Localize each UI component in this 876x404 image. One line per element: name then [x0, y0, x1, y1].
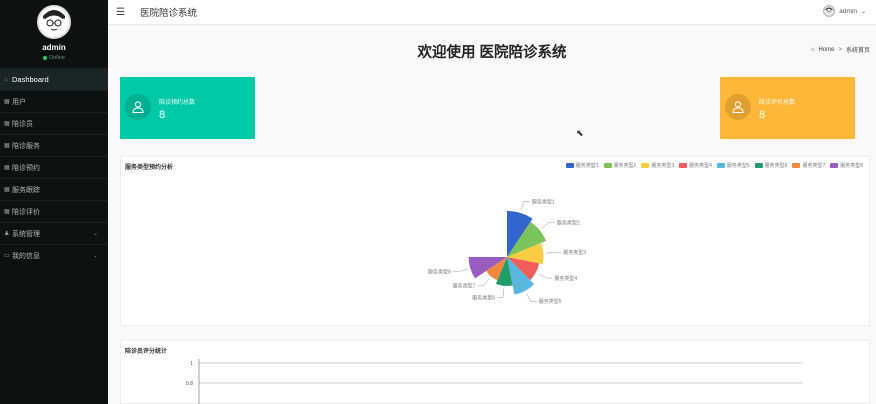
card-label: 陪诊预约总数 [159, 100, 196, 106]
mouse-cursor-icon: ⬉ [576, 128, 584, 138]
grid-icon: ▦ [4, 187, 10, 193]
card-label: 陪诊评价总数 [759, 100, 796, 106]
slice-label: 服务类型6 [472, 295, 495, 302]
stat-card-appointments[interactable]: 陪诊预约总数 8 [120, 77, 255, 139]
user-panel: admin Online [0, 0, 108, 68]
avatar[interactable] [37, 5, 71, 39]
grid-icon: ▦ [4, 121, 10, 127]
y-tick-label: 0.8 [186, 381, 193, 387]
breadcrumb-current: 系统首页 [845, 48, 870, 54]
sidebar-item-label: 我的信息 [12, 252, 40, 260]
sidebar-item[interactable]: ▦ 服务跟踪 [0, 178, 108, 200]
breadcrumb-home[interactable]: Home [818, 47, 834, 53]
card-value: 8 [159, 109, 166, 121]
grid-icon: ▦ [4, 209, 10, 215]
slice-label: 服务类型7 [453, 282, 476, 289]
service-type-chart-panel: 服务类型预约分析 服务类型1 服务类型2 服务类型3 服务类型4 服务类型5 服务类型6 服… [120, 156, 870, 326]
slice-label: 服务类型5 [539, 298, 562, 305]
grid-icon: ▦ [4, 99, 10, 105]
sidebar-item[interactable]: ▦ 陪诊预约 [0, 156, 108, 178]
sidebar-item-label: 系统管理 [12, 230, 40, 238]
sidebar-item[interactable]: ⌂ Dashboard [0, 68, 108, 90]
chevron-down-icon: ⌄ [92, 253, 98, 259]
sidebar-menu: ⌂ Dashboard ▦ 用户 ▦ 陪诊员 ▦ 陪诊服务 ▦ 陪诊预约 ▦ 服务跟踪 ▦ 陪诊评价 ♟ 系统… [0, 68, 108, 266]
sidebar-item-label: 陪诊员 [12, 120, 33, 128]
breadcrumb-separator: > [838, 46, 842, 53]
main-content: 欢迎使用 医院陪诊系统 ⌂ Home > 系统首页 陪诊预约总数 8 陪诊评价总… [108, 25, 876, 404]
sidebar-item-label: 陪诊预约 [12, 164, 40, 172]
user-icon [125, 94, 151, 120]
home-icon: ⌂ [4, 76, 8, 83]
top-avatar [823, 5, 836, 17]
slice-label-line [546, 251, 562, 254]
document-icon: ▭ [4, 253, 10, 259]
sidebar-item-label: 陪诊评价 [12, 208, 40, 216]
chevron-down-icon: ⌄ [860, 8, 866, 15]
slice-label: 服务类型3 [563, 249, 586, 256]
slice-label-line [452, 268, 468, 272]
page-title: 欢迎使用 医院陪诊系统 [417, 45, 567, 61]
user-icon: ♟ [4, 231, 10, 237]
online-label: Online [49, 55, 65, 61]
sidebar-item[interactable]: ▭ 我的信息 ⌄ [0, 244, 108, 266]
slice-label-line [520, 201, 530, 211]
sidebar-user-name: admin [42, 43, 66, 52]
menu-toggle-icon[interactable]: ☰ [116, 7, 130, 18]
system-title: 医院陪诊系统 [140, 8, 198, 19]
slice-label: 服务类型4 [554, 275, 577, 282]
top-user-name: admin [839, 7, 857, 15]
chevron-down-icon: ⌄ [92, 231, 98, 237]
slice-label: 服务类型8 [428, 268, 451, 275]
sidebar-item[interactable]: ▦ 用户 [0, 90, 108, 112]
stat-card-reviews[interactable]: 陪诊评价总数 8 [720, 77, 855, 139]
slice-label-line [538, 273, 553, 279]
breadcrumb: ⌂ Home > 系统首页 [810, 45, 870, 55]
slice-label-line [541, 222, 555, 229]
slice-label-line [526, 293, 537, 302]
card-value: 8 [759, 109, 766, 121]
topbar: ☰ 医院陪诊系统 admin ⌄ [108, 0, 876, 25]
sidebar-item-label: 服务跟踪 [12, 186, 40, 194]
sidebar-item-label: 陪诊服务 [12, 142, 40, 150]
grid-icon: ▦ [4, 143, 10, 149]
sidebar-item-label: 用户 [12, 98, 26, 106]
slice-label: 服务类型2 [557, 219, 580, 226]
slice-label-line [477, 278, 490, 286]
online-status: Online [43, 55, 65, 61]
slice-label-line [496, 288, 505, 298]
sidebar-item-label: Dashboard [12, 75, 49, 84]
grid-icon: ▦ [4, 165, 10, 171]
line-chart: 10.8 [186, 359, 803, 404]
user-dropdown[interactable]: admin ⌄ [823, 5, 866, 17]
sidebar: admin Online ⌂ Dashboard ▦ 用户 ▦ 陪诊员 ▦ 陪诊服务 ▦ 陪诊预约… [0, 0, 108, 404]
home-icon: ⌂ [810, 46, 815, 53]
online-dot-icon [43, 56, 48, 60]
user-icon [725, 94, 751, 120]
sidebar-item[interactable]: ♟ 系统管理 ⌄ [0, 222, 108, 244]
slice-label: 服务类型1 [532, 198, 555, 205]
sidebar-item[interactable]: ▦ 陪诊服务 [0, 134, 108, 156]
pie-chart: 服务类型1 服务类型2 服务类型3 服务类型4 服务类型5 服务类型6 服务类型7服务类型8 [428, 198, 586, 305]
y-tick-label: 1 [190, 361, 193, 367]
sidebar-item[interactable]: ▦ 陪诊评价 [0, 200, 108, 222]
rating-chart-panel: 陪诊员评分统计 1 0.8 [120, 340, 870, 404]
sidebar-item[interactable]: ▦ 陪诊员 [0, 112, 108, 134]
